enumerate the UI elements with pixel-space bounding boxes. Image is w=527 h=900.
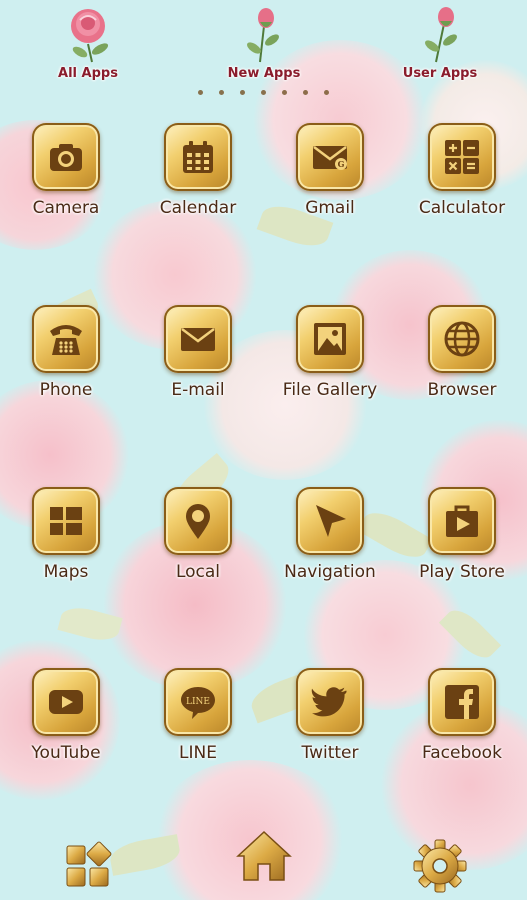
home-icon xyxy=(236,830,292,881)
app-icon-tile xyxy=(296,305,364,373)
app-icon-tile xyxy=(32,668,100,736)
globe-icon xyxy=(444,321,480,357)
app-line[interactable]: LINE LINE xyxy=(138,668,258,788)
gallery-icon xyxy=(314,323,346,355)
tab-bar: All Apps New Apps User Apps xyxy=(0,0,527,92)
app-label: LINE xyxy=(179,743,217,763)
location-pin-icon xyxy=(186,504,210,539)
app-icon-tile xyxy=(164,487,232,555)
svg-text:LINE: LINE xyxy=(186,697,210,707)
app-label: Phone xyxy=(39,380,93,400)
settings-gear-icon xyxy=(413,839,467,893)
play-store-icon xyxy=(446,505,478,537)
app-camera[interactable]: Camera xyxy=(6,123,126,243)
app-label: Camera xyxy=(32,198,100,218)
tab-new-apps[interactable]: New Apps xyxy=(204,0,324,90)
email-icon xyxy=(181,328,215,351)
app-icon-tile xyxy=(164,305,232,373)
tab-label: User Apps xyxy=(402,66,478,81)
tab-user-apps[interactable]: User Apps xyxy=(380,0,500,90)
page-dot xyxy=(219,90,224,95)
navigation-arrow-icon xyxy=(316,505,346,537)
svg-text:G: G xyxy=(338,159,345,169)
app-label: E-mail xyxy=(171,380,225,400)
page-dot xyxy=(198,90,203,95)
app-label: Maps xyxy=(43,562,89,582)
calculator-icon xyxy=(445,140,479,174)
twitter-bird-icon xyxy=(311,687,347,717)
app-gmail[interactable]: G Gmail xyxy=(270,123,390,243)
phone-icon xyxy=(50,325,82,355)
app-icon-tile xyxy=(428,123,496,191)
facebook-icon xyxy=(445,685,479,719)
app-twitter[interactable]: Twitter xyxy=(270,668,390,788)
app-label: Navigation xyxy=(284,562,376,582)
app-icon-tile xyxy=(32,305,100,373)
rose-bud-icon xyxy=(425,7,457,63)
app-icon-tile: G xyxy=(296,123,364,191)
app-browser[interactable]: Browser xyxy=(402,305,522,425)
app-label: Calendar xyxy=(159,198,237,218)
app-calculator[interactable]: Calculator xyxy=(402,123,522,243)
app-facebook[interactable]: Facebook xyxy=(402,668,522,788)
settings-button[interactable] xyxy=(410,836,470,896)
app-drawer-button[interactable] xyxy=(58,836,118,896)
app-navigation[interactable]: Navigation xyxy=(270,487,390,607)
page-dot xyxy=(282,90,287,95)
maps-icon xyxy=(50,507,82,535)
page-dot xyxy=(303,90,308,95)
app-icon-tile: LINE xyxy=(164,668,232,736)
camera-icon xyxy=(50,144,82,171)
app-drawer-icon xyxy=(66,841,112,887)
app-icon-tile xyxy=(428,305,496,373)
app-label: Calculator xyxy=(418,198,506,218)
tab-label: All Apps xyxy=(58,66,118,81)
app-label: YouTube xyxy=(31,743,101,763)
app-icon-tile xyxy=(428,487,496,555)
app-label: Gmail xyxy=(305,198,355,218)
app-calendar[interactable]: Calendar xyxy=(138,123,258,243)
app-label: Play Store xyxy=(419,562,505,582)
youtube-icon xyxy=(49,690,83,714)
calendar-icon xyxy=(183,141,213,173)
page-dot xyxy=(261,90,266,95)
app-label: Local xyxy=(175,562,221,582)
app-phone[interactable]: Phone xyxy=(6,305,126,425)
app-youtube[interactable]: YouTube xyxy=(6,668,126,788)
app-label: Twitter xyxy=(301,743,359,763)
app-maps[interactable]: Maps xyxy=(6,487,126,607)
line-icon: LINE xyxy=(181,687,215,719)
app-icon-tile xyxy=(296,668,364,736)
app-file-gallery[interactable]: File Gallery xyxy=(270,305,390,425)
app-email[interactable]: E-mail xyxy=(138,305,258,425)
app-label: Browser xyxy=(427,380,497,400)
page-dot xyxy=(324,90,329,95)
tab-all-apps[interactable]: All Apps xyxy=(28,0,148,90)
gmail-icon: G xyxy=(313,146,347,170)
app-label: File Gallery xyxy=(282,380,378,400)
app-label: Facebook xyxy=(422,743,502,763)
home-button[interactable] xyxy=(234,826,294,886)
app-icon-tile xyxy=(32,487,100,555)
app-play-store[interactable]: Play Store xyxy=(402,487,522,607)
tab-label: New Apps xyxy=(227,66,301,81)
app-icon-tile xyxy=(164,123,232,191)
app-icon-tile xyxy=(32,123,100,191)
page-dot xyxy=(240,90,245,95)
page-indicator xyxy=(0,90,527,98)
app-icon-tile xyxy=(296,487,364,555)
app-icon-tile xyxy=(428,668,496,736)
rose-bud-icon xyxy=(247,8,279,63)
app-local[interactable]: Local xyxy=(138,487,258,607)
rose-icon xyxy=(71,9,109,63)
